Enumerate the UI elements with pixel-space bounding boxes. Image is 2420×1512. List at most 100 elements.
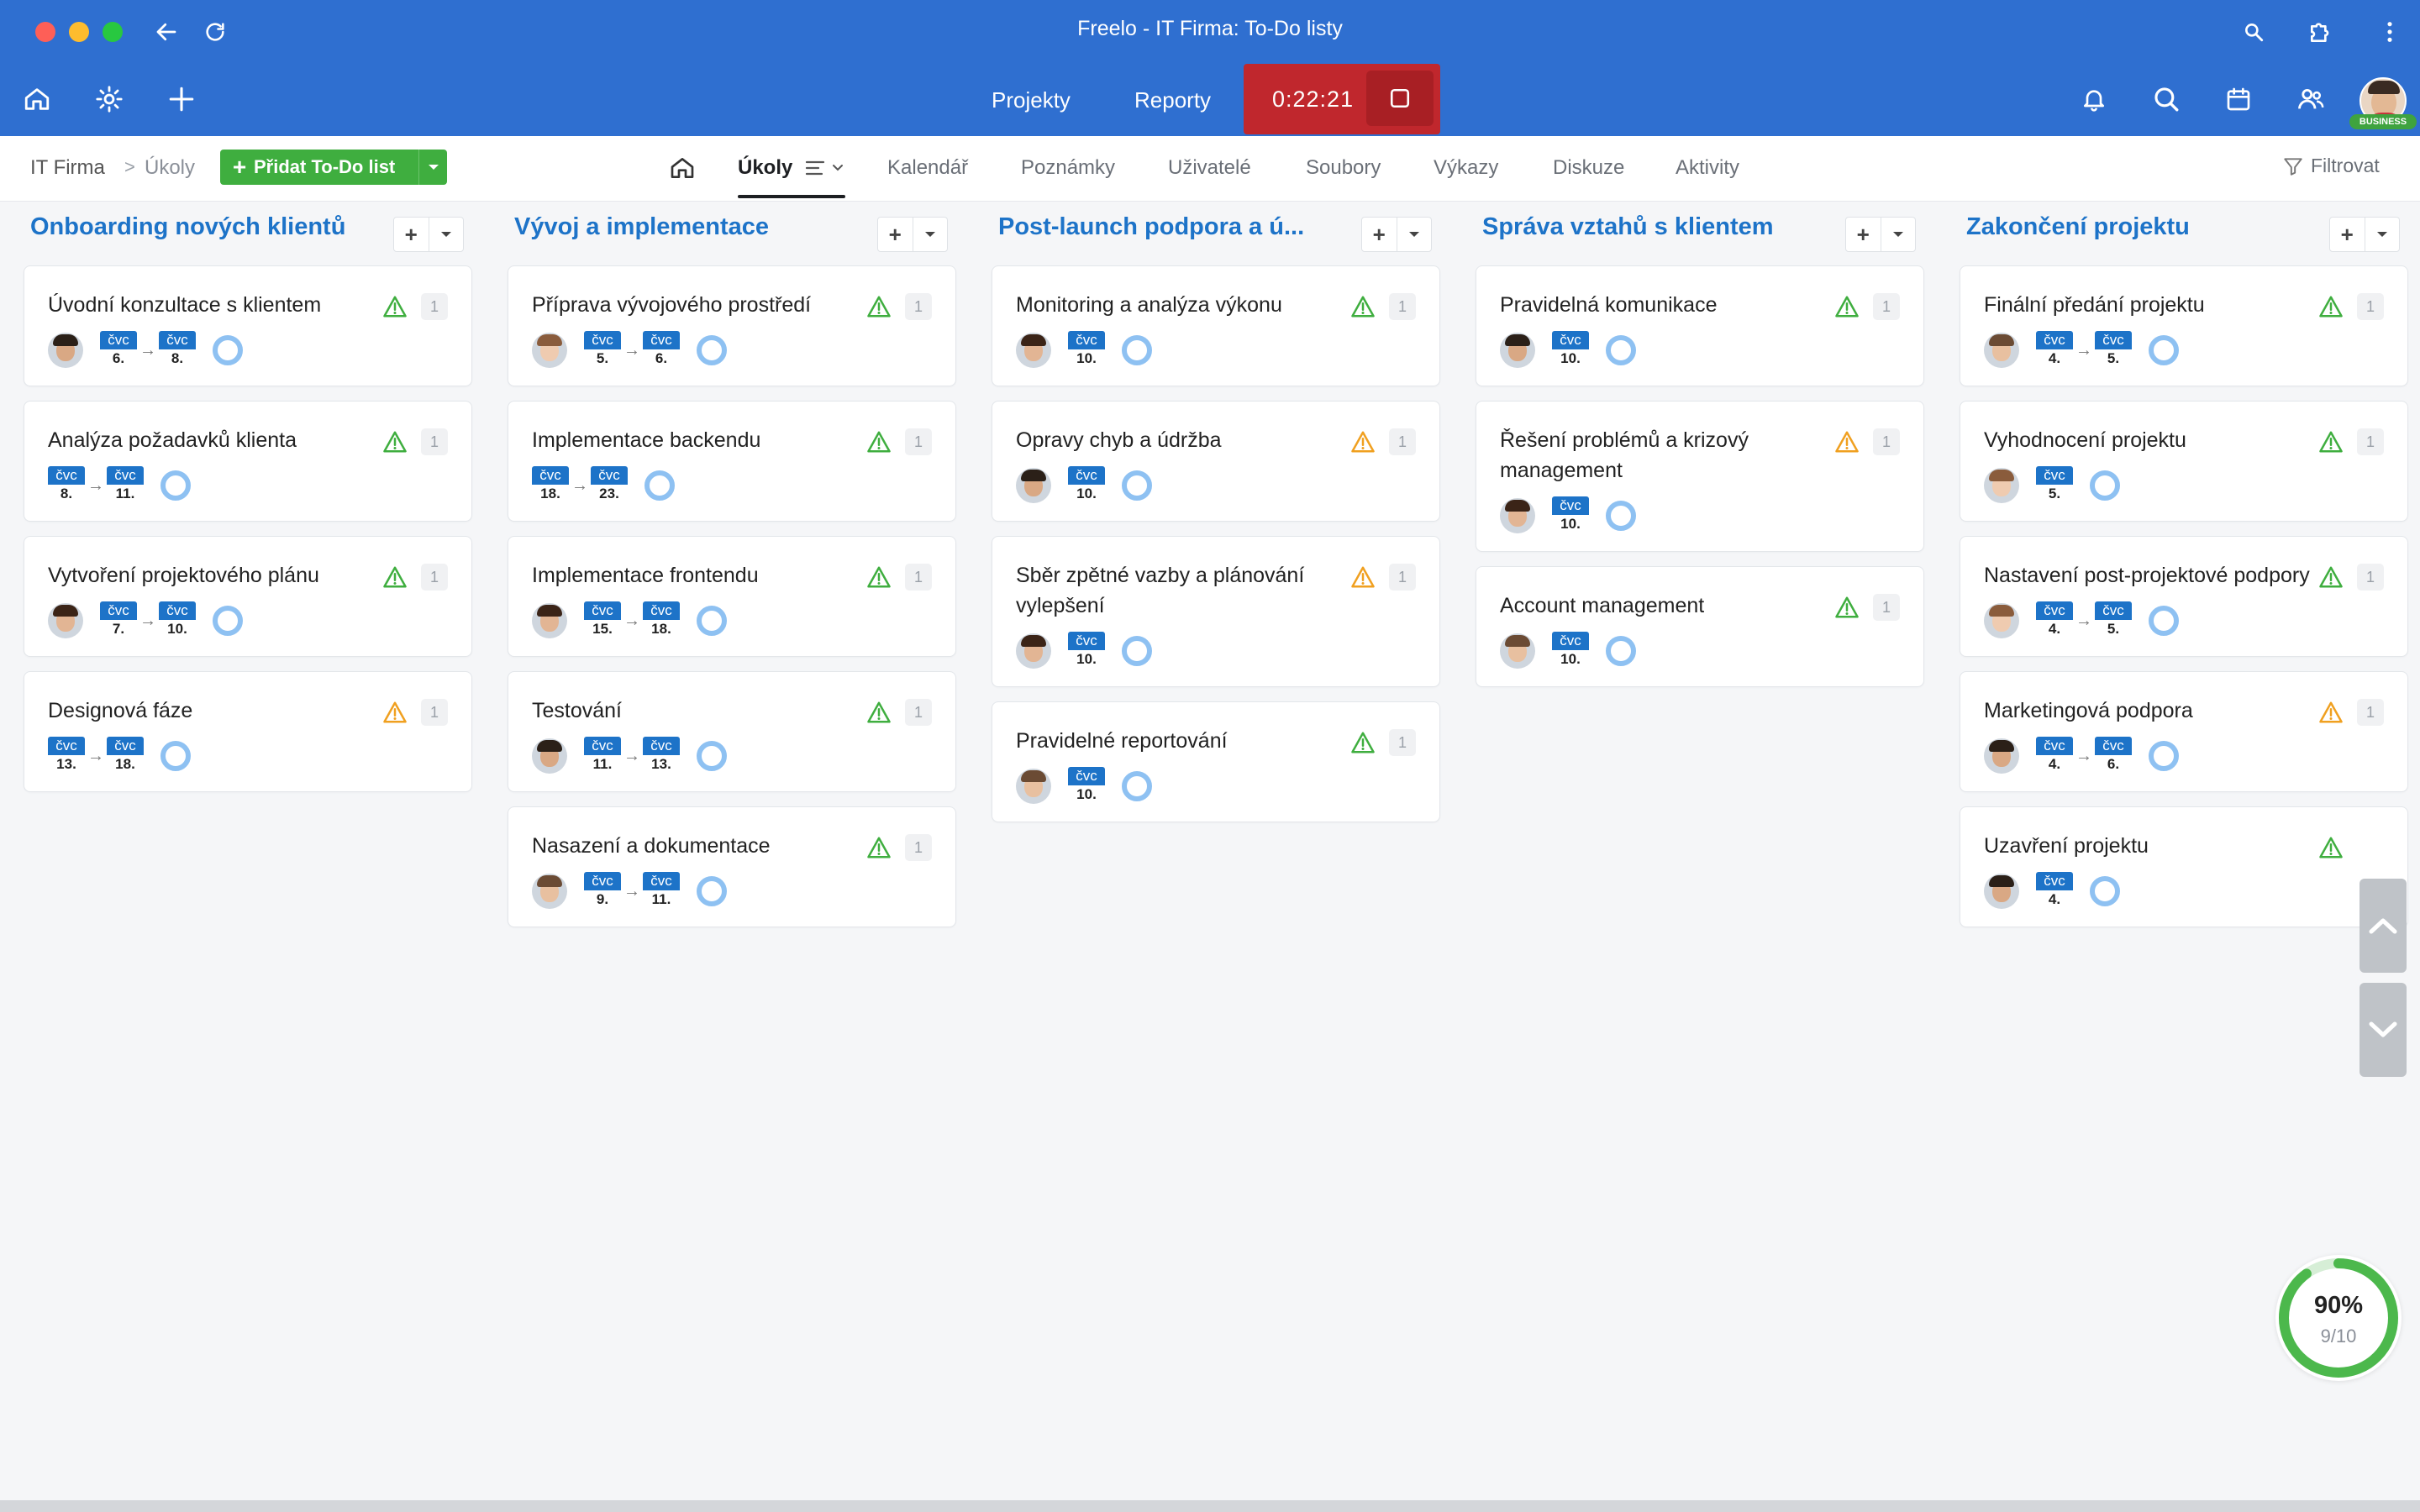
task-card[interactable]: Finální předání projektu 1 čvc 4. → čvc 5. (1960, 265, 2408, 386)
task-title[interactable]: Pravidelná komunikace (1500, 290, 1828, 320)
task-status-circle[interactable] (1122, 636, 1152, 666)
assignee-avatar[interactable] (532, 333, 567, 368)
task-card[interactable]: Uzavření projektu čvc 4. (1960, 806, 2408, 927)
task-title[interactable]: Vytvoření projektového plánu (48, 560, 376, 591)
task-card[interactable]: Implementace frontendu 1 čvc 15. → čvc 18. (508, 536, 956, 657)
task-status-circle[interactable] (697, 741, 727, 771)
tab-soubory[interactable]: Soubory (1306, 156, 1381, 180)
task-status-circle[interactable] (1606, 335, 1636, 365)
task-title[interactable]: Nastavení post-projektové podpory (1984, 560, 2312, 591)
task-title[interactable]: Příprava vývojového prostředí (532, 290, 860, 320)
assignee-avatar[interactable] (1016, 333, 1051, 368)
task-card[interactable]: Příprava vývojového prostředí 1 čvc 5. → čvc 6… (508, 265, 956, 386)
task-card[interactable]: Úvodní konzultace s klientem 1 čvc 6. → čvc 8. (24, 265, 472, 386)
notifications-bell-icon[interactable] (2075, 81, 2112, 118)
assignee-avatar[interactable] (1984, 603, 2019, 638)
task-title[interactable]: Řešení problémů a krizový management (1500, 425, 1828, 486)
task-card[interactable]: Řešení problémů a krizový management 1 čvc… (1476, 401, 1924, 552)
todo-list-title[interactable]: Post-launch podpora a ú... (998, 213, 1351, 241)
task-title[interactable]: Account management (1500, 591, 1828, 621)
task-title[interactable]: Nasazení a dokumentace (532, 831, 860, 861)
task-status-circle[interactable] (2149, 335, 2179, 365)
add-task-button[interactable]: + (2330, 218, 2365, 251)
todo-list-title[interactable]: Správa vztahů s klientem (1482, 213, 1835, 241)
comment-count-badge[interactable]: 1 (1873, 428, 1900, 455)
task-status-circle[interactable] (1122, 470, 1152, 501)
task-title[interactable]: Úvodní konzultace s klientem (48, 290, 376, 320)
task-card[interactable]: Opravy chyb a údržba 1 čvc 10. (992, 401, 1440, 522)
assignee-avatar[interactable] (1500, 633, 1535, 669)
assignee-avatar[interactable] (1984, 333, 2019, 368)
tab-poznamky[interactable]: Poznámky (1021, 156, 1115, 180)
comment-count-badge[interactable]: 1 (1389, 564, 1416, 591)
add-task-button[interactable]: + (394, 218, 429, 251)
task-title[interactable]: Monitoring a analýza výkonu (1016, 290, 1344, 320)
scroll-up-button[interactable] (2360, 879, 2407, 973)
comment-count-badge[interactable]: 1 (421, 428, 448, 455)
todo-list-title[interactable]: Onboarding nových klientů (30, 213, 383, 241)
view-options-icon[interactable] (805, 158, 845, 184)
task-status-circle[interactable] (2149, 741, 2179, 771)
breadcrumb-project[interactable]: IT Firma (30, 156, 105, 180)
task-title[interactable]: Implementace frontendu (532, 560, 860, 591)
assignee-avatar[interactable] (1500, 498, 1535, 533)
comment-count-badge[interactable]: 1 (421, 293, 448, 320)
assignee-avatar[interactable] (1016, 633, 1051, 669)
comment-count-badge[interactable]: 1 (421, 699, 448, 726)
tab-ukoly[interactable]: Úkoly (738, 156, 792, 180)
users-icon[interactable] (2292, 81, 2329, 118)
comment-count-badge[interactable]: 1 (905, 428, 932, 455)
comment-count-badge[interactable]: 1 (2357, 564, 2384, 591)
task-card[interactable]: Account management 1 čvc 10. (1476, 566, 1924, 687)
plus-icon[interactable] (163, 81, 200, 118)
horizontal-scrollbar[interactable] (0, 1500, 2420, 1512)
task-title[interactable]: Implementace backendu (532, 425, 860, 455)
comment-count-badge[interactable]: 1 (1873, 293, 1900, 320)
task-card[interactable]: Vyhodnocení projektu 1 čvc 5. (1960, 401, 2408, 522)
task-title[interactable]: Sběr zpětné vazby a plánování vylepšení (1016, 560, 1344, 621)
task-card[interactable]: Pravidelné reportování 1 čvc 10. (992, 701, 1440, 822)
assignee-avatar[interactable] (1500, 333, 1535, 368)
task-title[interactable]: Testování (532, 696, 860, 726)
comment-count-badge[interactable]: 1 (1389, 729, 1416, 756)
stop-timer-button[interactable] (1366, 71, 1434, 126)
todo-list-title[interactable]: Zakončení projektu (1966, 213, 2319, 241)
scroll-down-button[interactable] (2360, 983, 2407, 1077)
assignee-avatar[interactable] (48, 333, 83, 368)
list-menu-button[interactable] (1880, 218, 1916, 251)
comment-count-badge[interactable]: 1 (1873, 594, 1900, 621)
task-status-circle[interactable] (160, 741, 191, 771)
task-status-circle[interactable] (160, 470, 191, 501)
assignee-avatar[interactable] (1984, 738, 2019, 774)
task-card[interactable]: Testování 1 čvc 11. → čvc 13. (508, 671, 956, 792)
task-status-circle[interactable] (1122, 335, 1152, 365)
nav-reporty[interactable]: Reporty (1134, 87, 1211, 113)
task-status-circle[interactable] (1606, 501, 1636, 531)
search-icon[interactable] (2148, 81, 2185, 118)
comment-count-badge[interactable]: 1 (905, 834, 932, 861)
task-card[interactable]: Implementace backendu 1 čvc 18. → čvc 23. (508, 401, 956, 522)
task-status-circle[interactable] (213, 335, 243, 365)
zoom-search-icon[interactable] (2237, 15, 2270, 49)
assignee-avatar[interactable] (1984, 874, 2019, 909)
add-task-button[interactable]: + (878, 218, 913, 251)
todo-list-title[interactable]: Vývoj a implementace (514, 213, 867, 241)
tab-kalendar[interactable]: Kalendář (887, 156, 968, 180)
project-home-icon[interactable] (669, 155, 696, 187)
assignee-avatar[interactable] (532, 874, 567, 909)
comment-count-badge[interactable]: 1 (421, 564, 448, 591)
comment-count-badge[interactable]: 1 (1389, 428, 1416, 455)
comment-count-badge[interactable]: 1 (2357, 293, 2384, 320)
settings-gear-icon[interactable] (91, 81, 128, 118)
task-card[interactable]: Designová fáze 1 čvc 13. → čvc 18. (24, 671, 472, 792)
task-card[interactable]: Marketingová podpora 1 čvc 4. → čvc 6. (1960, 671, 2408, 792)
tab-vykazy[interactable]: Výkazy (1434, 156, 1498, 180)
add-task-button[interactable]: + (1362, 218, 1397, 251)
filter-button[interactable]: Filtrovat (2282, 155, 2380, 177)
task-title[interactable]: Marketingová podpora (1984, 696, 2312, 726)
assignee-avatar[interactable] (532, 738, 567, 774)
extension-puzzle-icon[interactable] (2304, 15, 2338, 49)
task-card[interactable]: Nastavení post-projektové podpory 1 čvc 4. →… (1960, 536, 2408, 657)
task-status-circle[interactable] (697, 606, 727, 636)
comment-count-badge[interactable]: 1 (2357, 428, 2384, 455)
